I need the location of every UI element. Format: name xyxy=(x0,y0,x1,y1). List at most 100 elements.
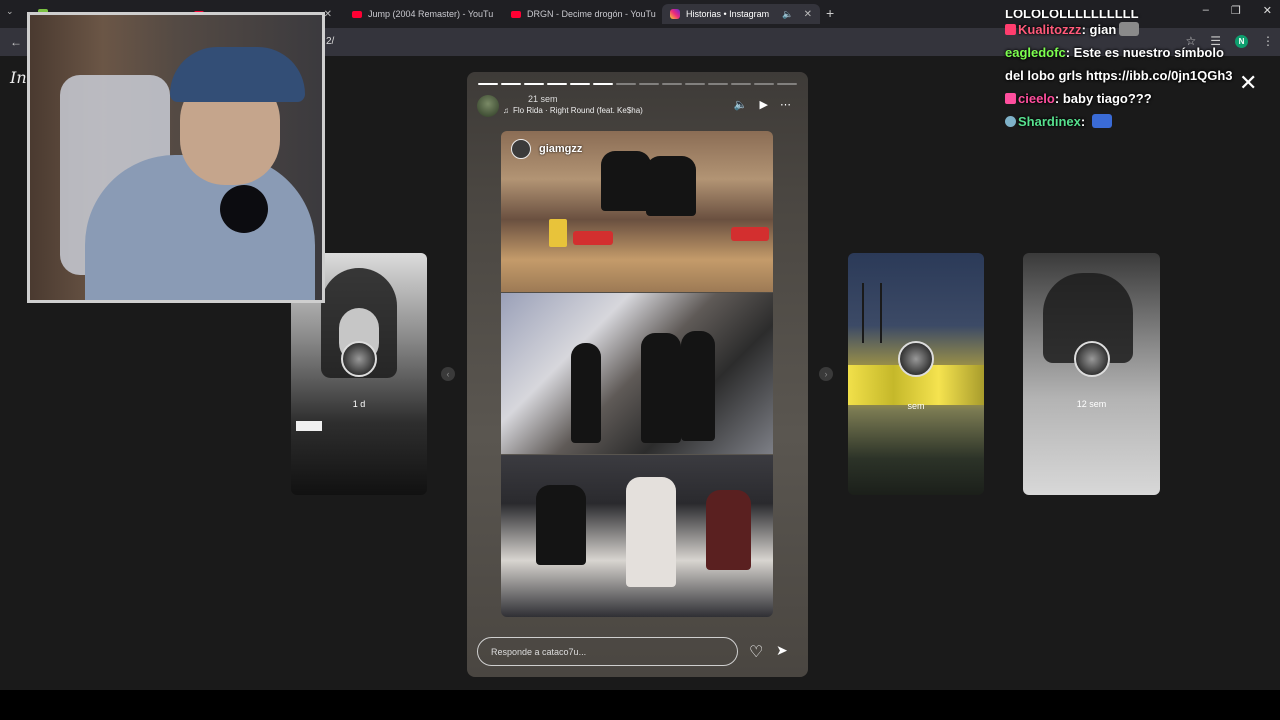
next-story-chevron-icon[interactable]: › xyxy=(819,367,833,381)
reply-input[interactable] xyxy=(477,637,738,666)
progress-segment xyxy=(662,83,682,85)
side-story-next-2[interactable]: 12 sem xyxy=(1023,253,1160,495)
tab-instagram-stories[interactable]: Historias • Instagram 🔈 ✕ xyxy=(662,4,820,24)
heart-badge-icon xyxy=(1005,24,1016,35)
progress-segment xyxy=(478,83,498,85)
chat-username: Shardinex xyxy=(1018,114,1081,129)
chat-username: cieelo xyxy=(1018,91,1055,106)
progress-segment xyxy=(777,83,797,85)
like-heart-icon[interactable]: ♡ xyxy=(749,642,763,662)
speaker-icon[interactable]: 🔈 xyxy=(782,9,793,20)
youtube-icon xyxy=(511,10,521,18)
progress-segment xyxy=(616,83,636,85)
webcam-overlay xyxy=(27,12,325,303)
progress-segment xyxy=(731,83,751,85)
close-stories-icon[interactable]: ✕ xyxy=(1239,72,1257,94)
tab-title: DRGN - Decime drogón - YouTu xyxy=(527,9,656,19)
streamer-cap xyxy=(170,47,305,102)
progress-segment xyxy=(708,83,728,85)
story-avatar xyxy=(341,341,377,377)
side-story-next-1[interactable]: sem xyxy=(848,253,984,495)
tray-shape xyxy=(731,227,769,241)
story-time: sem xyxy=(907,401,925,411)
progress-segment xyxy=(639,83,659,85)
chat-text: baby tiago??? xyxy=(1062,91,1152,106)
progress-segment xyxy=(754,83,774,85)
progress-segment xyxy=(547,83,567,85)
chat-message: Shardinex: xyxy=(1005,110,1235,133)
tab-close-icon[interactable]: ✕ xyxy=(804,9,812,20)
emote-icon xyxy=(1091,114,1112,128)
chat-separator: : xyxy=(1081,22,1086,37)
tab-search-icon[interactable]: ⌄ xyxy=(6,6,14,17)
new-tab-button[interactable]: + xyxy=(826,5,834,21)
music-bars-icon: ♫ xyxy=(503,106,509,115)
chat-message: Kualitozzz: gian xyxy=(1005,18,1235,41)
mute-icon[interactable]: 🔈 xyxy=(734,98,748,111)
story-reply-row: ♡ ➤ xyxy=(477,637,797,667)
chat-message: eagledofc: Este es nuestro símbolo del l… xyxy=(1005,41,1235,87)
close-window-icon[interactable]: ✕ xyxy=(1263,4,1272,17)
url-text[interactable]: 2/ xyxy=(326,36,334,47)
chat-separator: : xyxy=(1080,114,1086,129)
drop-badge-icon xyxy=(1005,116,1016,127)
person-figure xyxy=(646,156,696,216)
mention-avatar xyxy=(511,139,531,159)
person-figure xyxy=(626,477,676,587)
instagram-icon xyxy=(670,9,680,19)
progress-segment xyxy=(570,83,590,85)
menu-kebab-icon[interactable]: ⋮ xyxy=(1262,34,1274,48)
progress-segment xyxy=(593,83,613,85)
person-figure xyxy=(641,333,681,443)
more-options-icon[interactable]: ⋯ xyxy=(780,98,791,111)
song-title: Flo Rida · Right Round (feat. Ke$ha) xyxy=(513,106,643,115)
story-owner-avatar[interactable] xyxy=(477,95,499,117)
progress-segment xyxy=(501,83,521,85)
photo-group-pose xyxy=(501,455,773,617)
tab-youtube-drgn[interactable]: DRGN - Decime drogón - YouTu ✕ xyxy=(503,4,659,24)
instagram-logo[interactable]: In xyxy=(10,68,27,87)
person-figure xyxy=(536,485,586,565)
story-avatar xyxy=(898,341,934,377)
story-header: 21 sem ♫ Flo Rida · Right Round (feat. K… xyxy=(477,94,797,118)
back-arrow-icon[interactable]: ← xyxy=(10,35,22,49)
person-figure xyxy=(681,331,715,441)
story-mention-tag[interactable]: giamgzz xyxy=(511,139,582,159)
story-avatar xyxy=(1073,341,1110,377)
profile-avatar[interactable]: N xyxy=(1235,34,1248,48)
chat-username: eagledofc xyxy=(1005,45,1066,60)
chat-cutoff-line: LOLOLOLLLLLLLLLL xyxy=(1005,10,1139,18)
person-figure xyxy=(571,343,601,443)
story-sticker xyxy=(296,421,322,431)
tab-title: Jump (2004 Remaster) - YouTu xyxy=(368,9,494,19)
play-icon[interactable]: ▶ xyxy=(760,98,768,111)
tab-title: Historias • Instagram xyxy=(686,9,770,19)
story-time: 21 sem xyxy=(528,94,558,104)
active-story[interactable]: 21 sem ♫ Flo Rida · Right Round (feat. K… xyxy=(467,72,808,677)
person-figure xyxy=(706,490,751,570)
tray-shape xyxy=(573,231,613,245)
person-figure xyxy=(601,151,651,211)
photo-crowd xyxy=(501,293,773,454)
youtube-icon xyxy=(352,10,362,18)
chat-separator: : xyxy=(1065,45,1071,60)
photo-restaurant: giamgzz xyxy=(501,131,773,292)
bottom-bar xyxy=(0,690,1280,720)
cup-shape xyxy=(549,219,567,247)
story-media: giamgzz xyxy=(501,131,773,617)
chat-text: gian xyxy=(1089,22,1117,37)
story-music[interactable]: ♫ Flo Rida · Right Round (feat. Ke$ha) xyxy=(503,106,643,115)
send-icon[interactable]: ➤ xyxy=(776,642,788,659)
story-controls: 🔈 ▶ ⋯ xyxy=(734,98,791,111)
microphone xyxy=(220,185,268,233)
pencil-badge-icon xyxy=(1005,93,1016,104)
tab-youtube-jump[interactable]: Jump (2004 Remaster) - YouTu ✕ xyxy=(344,4,498,24)
chat-username: Kualitozzz xyxy=(1018,22,1082,37)
progress-segment xyxy=(524,83,544,85)
story-time: 1 d xyxy=(352,399,366,409)
stream-chat-overlay: LOLOLOLLLLLLLLLL Kualitozzz: gian eagled… xyxy=(1005,10,1235,133)
previous-story-chevron-icon[interactable]: ‹ xyxy=(441,367,455,381)
emote-icon xyxy=(1119,22,1140,36)
mention-username: giamgzz xyxy=(539,143,583,155)
story-progress-bar xyxy=(478,83,797,85)
